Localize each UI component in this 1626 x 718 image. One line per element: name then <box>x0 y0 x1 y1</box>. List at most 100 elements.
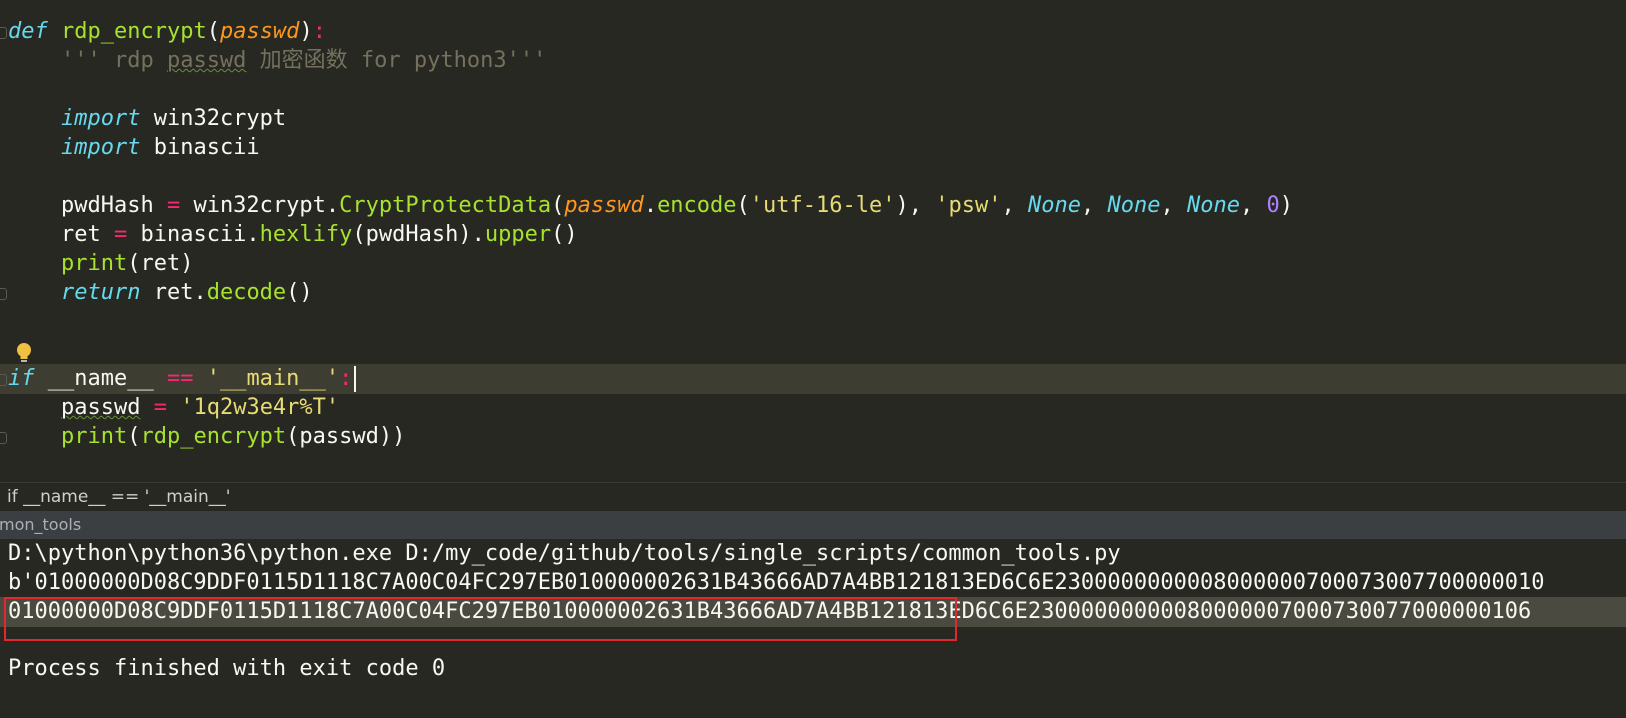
code-token: : <box>339 366 353 391</box>
code-line-blank1[interactable] <box>0 75 1626 105</box>
code-token: passwd <box>219 19 300 44</box>
code-token: None <box>1186 193 1240 218</box>
code-token: ( <box>551 193 565 218</box>
code-token: = <box>166 193 181 218</box>
code-token: ) <box>1279 193 1293 218</box>
code-token: passwd <box>166 48 247 73</box>
breadcrumb[interactable]: if __name__ == '__main__' <box>0 482 1626 511</box>
code-token: , <box>1001 193 1028 218</box>
fold-marker-icon[interactable] <box>0 27 7 39</box>
code-token: , <box>1160 193 1187 218</box>
code-line-text: return ret.decode() <box>8 278 313 308</box>
code-line-print1[interactable]: print(ret) <box>0 249 1626 279</box>
console-command-line: D:\python\python36\python.exe D:/my_code… <box>8 541 1121 566</box>
code-line-blank3[interactable] <box>0 307 1626 337</box>
console-bytes-output: b'01000000D08C9DDF0115D1118C7A00C04FC297… <box>8 570 1545 595</box>
code-token: () <box>286 280 313 305</box>
code-line-blank4[interactable] <box>0 336 1626 366</box>
code-token: '__main__' <box>206 366 340 391</box>
code-token: 'psw' <box>935 193 1002 218</box>
code-token: = <box>153 395 167 420</box>
code-line-return[interactable]: return ret.decode() <box>0 278 1626 308</box>
code-token: print <box>60 251 128 276</box>
code-token: , <box>1080 193 1108 218</box>
code-token: import <box>60 135 141 160</box>
code-line-print2[interactable]: print(rdp_encrypt(passwd)) <box>0 422 1626 452</box>
code-token: ( <box>736 193 750 218</box>
code-token: rdp_encrypt <box>140 424 287 449</box>
code-token: ) <box>299 19 313 44</box>
code-token: , <box>1239 193 1267 218</box>
code-token: None <box>1027 193 1081 218</box>
code-line-passwd[interactable]: passwd = '1q2w3e4r%T' <box>0 393 1626 423</box>
code-line-blank2[interactable] <box>0 162 1626 192</box>
code-token: 加密函数 for python3''' <box>246 48 547 73</box>
run-tab-title[interactable]: mon_tools <box>0 511 81 539</box>
code-token: binascii <box>140 135 260 160</box>
code-token: def <box>8 19 48 44</box>
code-line-import2[interactable]: import binascii <box>0 133 1626 163</box>
code-line-text: ''' rdp passwd 加密函数 for python3''' <box>8 46 546 76</box>
code-line-text: passwd = '1q2w3e4r%T' <box>8 393 339 423</box>
code-token: . <box>643 193 658 218</box>
code-line-ifmain[interactable]: if __name__ == '__main__': <box>0 364 1626 394</box>
code-line-def[interactable]: def rdp_encrypt(passwd): <box>0 17 1626 47</box>
code-token: ret. <box>140 280 207 305</box>
lightbulb-icon[interactable] <box>15 342 33 364</box>
code-token: = <box>113 222 128 247</box>
code-token: import <box>60 106 141 131</box>
fold-marker-icon[interactable] <box>0 374 7 386</box>
code-token: upper <box>484 222 552 247</box>
code-token: passwd <box>564 193 644 218</box>
code-token: None <box>1107 193 1161 218</box>
code-token: ( <box>206 19 220 44</box>
code-line-text: print(ret) <box>8 249 193 279</box>
run-console[interactable]: D:\python\python36\python.exe D:/my_code… <box>0 539 1626 718</box>
fold-marker-icon[interactable] <box>0 432 7 444</box>
code-line-pwdhash[interactable]: pwdHash = win32crypt.CryptProtectData(pa… <box>0 191 1626 221</box>
code-token: ret <box>8 222 114 247</box>
code-token: __name__ <box>34 366 167 391</box>
code-token: pwdHash <box>8 193 167 218</box>
code-line-text: import binascii <box>8 133 260 163</box>
code-token: ''' rdp <box>60 48 167 73</box>
code-token: () <box>551 222 578 247</box>
code-token: print <box>60 424 128 449</box>
code-line-import1[interactable]: import win32crypt <box>0 104 1626 134</box>
code-line-text: pwdHash = win32crypt.CryptProtectData(pa… <box>8 191 1293 221</box>
code-token: '1q2w3e4r%T' <box>180 395 340 420</box>
code-token: CryptProtectData <box>339 193 552 218</box>
code-line-text: ret = binascii.hexlify(pwdHash).upper() <box>8 220 578 250</box>
console-exit-message: Process finished with exit code 0 <box>8 656 446 681</box>
highlight-annotation-box <box>4 597 957 641</box>
code-token: win32crypt. <box>180 193 340 218</box>
code-line-text: def rdp_encrypt(passwd): <box>8 17 326 47</box>
code-token: encode <box>657 193 737 218</box>
code-token: passwd <box>60 395 141 420</box>
fold-marker-icon[interactable] <box>0 288 7 300</box>
code-line-text: if __name__ == '__main__': <box>8 364 357 394</box>
code-token: (pwdHash). <box>352 222 485 247</box>
code-token: (ret) <box>127 251 194 276</box>
code-editor[interactable]: def rdp_encrypt(passwd): ''' rdp passwd … <box>0 0 1626 497</box>
code-line-docstring[interactable]: ''' rdp passwd 加密函数 for python3''' <box>0 46 1626 76</box>
code-token: win32crypt <box>140 106 287 131</box>
code-token: : <box>312 19 326 44</box>
text-caret <box>354 366 357 392</box>
code-line-text: import win32crypt <box>8 104 286 134</box>
run-panel-header[interactable]: mon_tools <box>0 511 1626 539</box>
code-line-ret[interactable]: ret = binascii.hexlify(pwdHash).upper() <box>0 220 1626 250</box>
code-token: ), <box>895 193 936 218</box>
code-token: ( <box>127 424 141 449</box>
breadcrumb-label[interactable]: if __name__ == '__main__' <box>7 483 230 511</box>
